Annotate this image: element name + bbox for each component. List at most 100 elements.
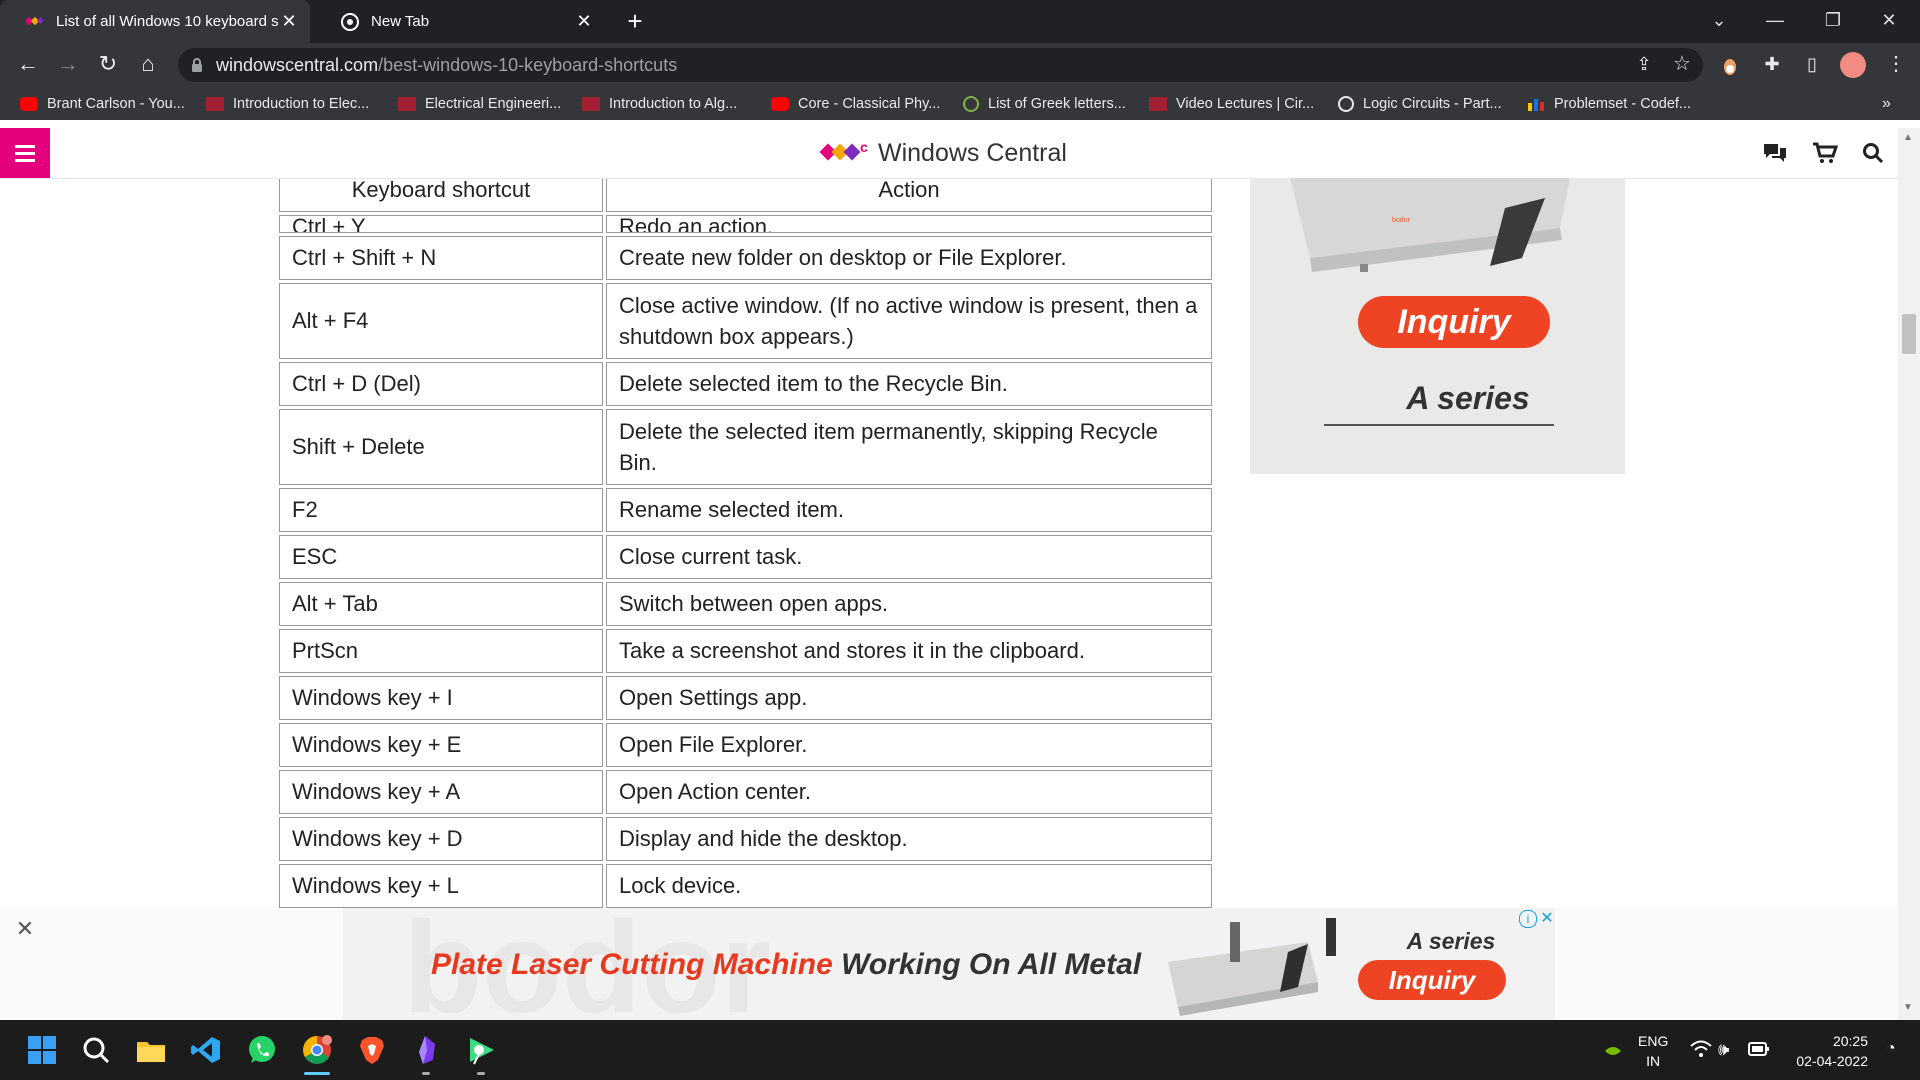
obsidian-icon[interactable] [411,1034,443,1066]
side-panel-icon[interactable]: ▯ [1796,48,1828,80]
bookmark-item[interactable]: Core - Classical Phy... [771,93,940,115]
table-row: Windows key + I Open Settings app. [279,676,1212,720]
search-icon[interactable] [1862,142,1884,164]
cart-icon[interactable] [1812,142,1839,164]
scrollbar-thumb[interactable] [1902,314,1916,354]
new-tab-button[interactable]: + [620,6,650,36]
ad-close-icon[interactable]: ✕ [1539,908,1555,927]
table-row: Alt + F4 Close active window. (If no acti… [279,283,1212,359]
shortcut-cell: F2 [279,488,603,532]
brave-icon[interactable] [356,1034,388,1066]
site-logo[interactable]: c Windows Central [818,136,1067,170]
share-icon[interactable]: ⇪ [1628,48,1660,80]
bottom-advertisement[interactable]: bodor Plate Laser Cutting Machine Workin… [343,908,1555,1020]
reload-button[interactable]: ↻ [92,48,124,80]
extensions-puzzle-icon[interactable]: ✚ [1756,48,1788,80]
action-cell: Switch between open apps. [606,582,1212,626]
shortcut-cell: Windows key + A [279,770,603,814]
windows-central-logo-icon: c [819,139,868,161]
mit-ocw-icon [398,97,416,111]
back-button[interactable]: ← [12,48,44,80]
action-cell: Create new folder on desktop or File Exp… [606,236,1212,280]
wifi-icon[interactable] [1690,1040,1712,1058]
tab-new-tab[interactable]: New Tab ✕ [315,0,605,43]
running-app-indicator [422,1072,430,1075]
table-row: Windows key + E Open File Explorer. [279,723,1212,767]
bookmark-item[interactable]: Brant Carlson - You... [20,93,185,115]
column-header-action: Action [606,179,1212,212]
ad-headline: Plate Laser Cutting Machine Working On A… [431,948,1142,981]
volume-icon[interactable]: 🕪 [1718,1039,1740,1059]
tab-search-icon[interactable]: ⌄ [1696,0,1742,40]
bookmark-item[interactable]: Introduction to Alg... [582,93,737,115]
close-tab-icon[interactable]: ✕ [278,11,300,32]
table-row-partial: Windows key + L Lock device. [279,864,1212,908]
bookmark-star-icon[interactable]: ☆ [1666,48,1698,80]
shortcut-cell: Windows key + I [279,676,603,720]
shortcut-cell: ESC [279,535,603,579]
hamburger-menu-button[interactable] [0,128,50,178]
ad-series-label: A series [1406,928,1496,954]
bookmark-item[interactable]: Video Lectures | Cir... [1149,93,1314,115]
profile-avatar[interactable] [1840,52,1866,78]
home-button[interactable]: ⌂ [132,48,164,80]
close-ad-icon[interactable]: ✕ [14,918,36,940]
forward-button[interactable]: → [52,48,84,80]
bookmarks-overflow-button[interactable]: » [1882,93,1891,115]
inquiry-button[interactable]: Inquiry [1358,296,1550,348]
restore-button[interactable]: ❐ [1810,0,1856,40]
android-studio-icon[interactable] [466,1034,498,1066]
table-row: F2 Rename selected item. [279,488,1212,532]
bookmark-item[interactable]: Problemset - Codef... [1527,93,1691,115]
chrome-icon[interactable] [301,1034,333,1066]
shortcut-cell: Shift + Delete [279,409,603,485]
nvidia-tray-icon[interactable] [1604,1044,1622,1056]
ad-inquiry-button[interactable]: Inquiry [1358,960,1506,1000]
windows-central-favicon-icon [26,13,44,31]
whatsapp-icon[interactable] [246,1034,278,1066]
scroll-down-arrow-icon[interactable]: ▼ [1903,1002,1913,1013]
bookmark-item[interactable]: Introduction to Elec... [206,93,369,115]
clock-time: 20:25 [1832,1033,1868,1049]
search-icon[interactable] [80,1034,112,1066]
windows-taskbar [0,1020,1920,1080]
close-window-button[interactable]: ✕ [1866,0,1912,40]
language-indicator[interactable]: ENG IN [1638,1031,1668,1071]
minimize-button[interactable]: — [1752,0,1798,40]
table-row: Ctrl + Shift + N Create new folder on des… [279,236,1212,280]
clock[interactable]: 20:25 02-04-2022 [1784,1031,1868,1071]
shortcut-cell: Ctrl + D (Del) [279,362,603,406]
page-scrollbar[interactable]: ▲ ▼ [1898,128,1920,1020]
scroll-up-arrow-icon[interactable]: ▲ [1903,132,1913,143]
divider-line [1324,424,1554,426]
side-advertisement[interactable]: bodor Inquiry A series [1250,178,1625,474]
bookmark-item[interactable]: List of Greek letters... [963,93,1126,115]
action-cell: Rename selected item. [606,488,1212,532]
ad-choices-icon[interactable]: i [1519,910,1537,928]
mit-ocw-icon [206,97,224,111]
lock-icon[interactable] [190,57,204,73]
action-cell: Delete selected item to the Recycle Bin. [606,362,1212,406]
close-tab-icon[interactable]: ✕ [573,11,595,32]
table-row: ESC Close current task. [279,535,1212,579]
notification-icon[interactable]: ◔ [1886,1040,1904,1058]
vscode-icon[interactable] [190,1034,222,1066]
svg-text:c: c [860,139,868,155]
battery-icon[interactable] [1748,1042,1770,1056]
file-explorer-icon[interactable] [135,1034,167,1066]
extension-icon[interactable] [1722,56,1738,76]
action-cell: Redo an action. [606,215,1212,233]
shortcuts-table: Keyboard shortcut Action Ctrl + Y Redo a… [276,179,1215,911]
shortcut-cell: Alt + Tab [279,582,603,626]
action-cell: Open File Explorer. [606,723,1212,767]
tab-active[interactable]: List of all Windows 10 keyboard s ✕ [0,0,310,43]
windows-start-icon[interactable] [26,1034,58,1066]
running-app-indicator [477,1072,485,1075]
bookmark-item[interactable]: Logic Circuits - Part... [1338,93,1502,115]
forum-icon[interactable] [1762,142,1788,164]
shortcut-cell: Ctrl + Shift + N [279,236,603,280]
url-text[interactable]: windowscentral.com/best-windows-10-keybo… [216,55,677,76]
bookmark-item[interactable]: Electrical Engineeri... [398,93,561,115]
chrome-menu-icon[interactable]: ⋮ [1880,48,1912,80]
action-cell: Open Settings app. [606,676,1212,720]
